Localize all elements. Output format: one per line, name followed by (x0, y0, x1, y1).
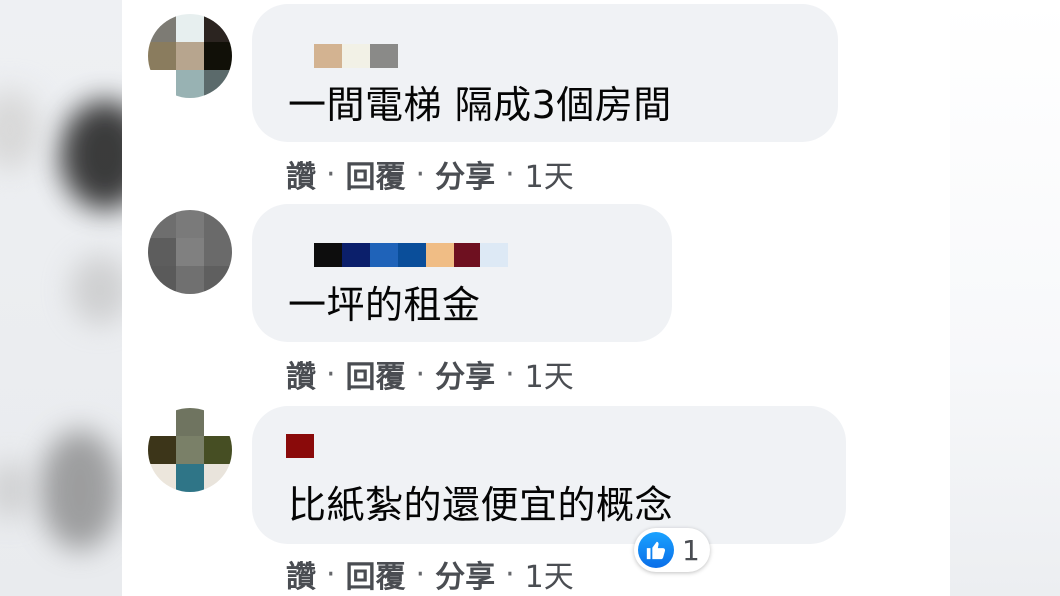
avatar-pixel (176, 436, 204, 464)
avatar-pixel (204, 464, 232, 492)
timestamp[interactable]: 1天 (525, 152, 574, 196)
avatar[interactable] (148, 210, 232, 294)
separator-dot: · (326, 356, 336, 392)
name-pixel (342, 243, 370, 267)
avatar[interactable] (148, 14, 232, 98)
separator-dot: · (326, 156, 336, 192)
comment-text: 一坪的租金 (288, 283, 481, 327)
avatar-pixel (176, 238, 204, 266)
share-link[interactable]: 分享 (435, 552, 495, 596)
avatar-pixel (148, 266, 176, 294)
avatar-pixel (204, 266, 232, 294)
avatar-pixel (176, 266, 204, 294)
thumbs-up-icon (638, 532, 674, 568)
avatar-pixel (176, 464, 204, 492)
avatar-pixel (148, 14, 176, 42)
avatar-pixel (148, 464, 176, 492)
avatar-pixel (176, 70, 204, 98)
avatar-pixel (148, 436, 176, 464)
like-link[interactable]: 讚 (286, 552, 316, 596)
name-pixel (398, 243, 426, 267)
comment-actions: 讚 · 回覆 · 分享 · 1天 (286, 552, 574, 596)
avatar-pixel (176, 42, 204, 70)
separator-dot: · (415, 156, 426, 192)
background-left (0, 0, 122, 596)
avatar-pixel (148, 70, 176, 98)
name-pixel (454, 243, 480, 267)
timestamp[interactable]: 1天 (525, 352, 574, 396)
reply-link[interactable]: 回覆 (346, 152, 406, 196)
background-right (950, 0, 1060, 596)
avatar-pixel (176, 210, 204, 238)
comment-text: 比紙紮的還便宜的概念 (288, 483, 674, 527)
avatar-pixel (148, 238, 176, 266)
reaction-summary[interactable]: 1 (634, 528, 710, 572)
reply-link[interactable]: 回覆 (346, 352, 406, 396)
name-pixel (342, 44, 370, 68)
comment-text: 一間電梯 隔成3個房間 (288, 83, 672, 127)
avatar-pixel (204, 210, 232, 238)
avatar-pixel (148, 42, 176, 70)
avatar-pixel (204, 436, 232, 464)
share-link[interactable]: 分享 (435, 152, 495, 196)
avatar-pixel (148, 210, 176, 238)
share-link[interactable]: 分享 (435, 352, 495, 396)
avatar-pixel (148, 408, 176, 436)
name-pixel (314, 44, 342, 68)
separator-dot: · (415, 356, 426, 392)
avatar-pixel (176, 408, 204, 436)
like-link[interactable]: 讚 (286, 352, 316, 396)
separator-dot: · (415, 556, 426, 592)
author-name[interactable] (314, 243, 508, 267)
name-pixel (426, 243, 454, 267)
reaction-count: 1 (682, 533, 700, 567)
separator-dot: · (505, 556, 515, 592)
avatar-pixel (204, 70, 232, 98)
name-pixel (286, 434, 314, 458)
avatar-pixel (204, 408, 232, 436)
name-pixel (370, 243, 398, 267)
name-pixel (314, 243, 342, 267)
comment-actions: 讚 · 回覆 · 分享 · 1天 (286, 152, 574, 196)
avatar-pixel (204, 42, 232, 70)
avatar-pixel (204, 238, 232, 266)
author-name[interactable] (314, 44, 398, 68)
name-pixel (480, 243, 508, 267)
comment-panel: 一間電梯 隔成3個房間 讚 · 回覆 · 分享 · 1天 一坪的租金 讚 · 回… (122, 0, 950, 596)
like-link[interactable]: 讚 (286, 152, 316, 196)
comment-actions: 讚 · 回覆 · 分享 · 1天 (286, 352, 574, 396)
name-pixel (370, 44, 398, 68)
avatar-pixel (176, 14, 204, 42)
avatar[interactable] (148, 408, 232, 492)
timestamp[interactable]: 1天 (525, 552, 574, 596)
author-name[interactable] (286, 434, 314, 458)
separator-dot: · (326, 556, 336, 592)
avatar-pixel (204, 14, 232, 42)
reply-link[interactable]: 回覆 (346, 552, 406, 596)
separator-dot: · (505, 156, 515, 192)
separator-dot: · (505, 356, 515, 392)
